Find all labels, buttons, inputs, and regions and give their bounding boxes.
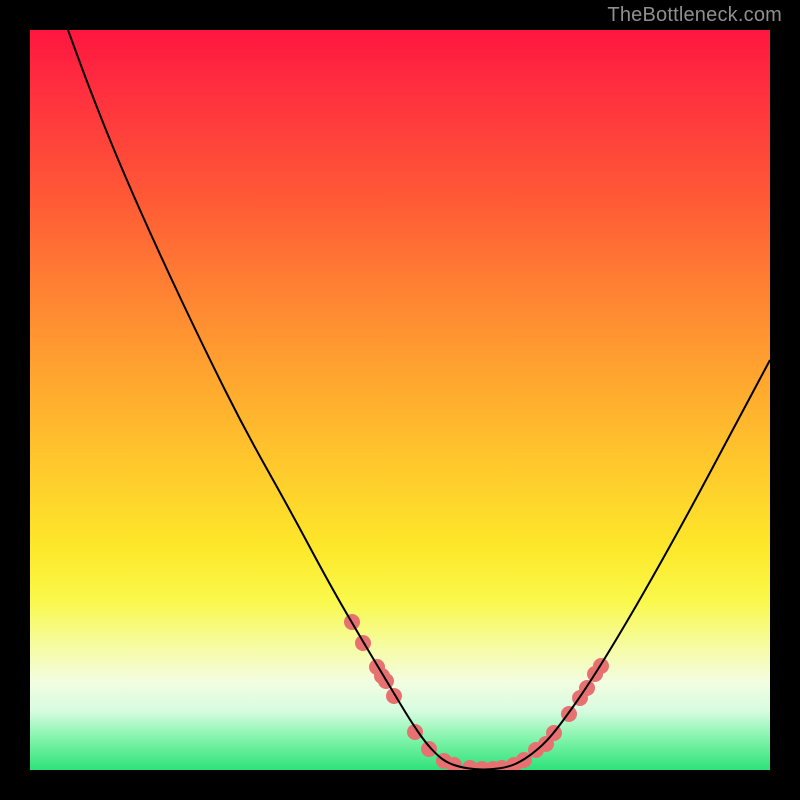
data-dot: [421, 741, 437, 757]
watermark-text: TheBottleneck.com: [607, 4, 782, 27]
dots-layer: [344, 614, 609, 770]
bottleneck-plot: [30, 30, 770, 770]
curve-line: [68, 30, 770, 770]
chart-frame: [30, 30, 770, 770]
